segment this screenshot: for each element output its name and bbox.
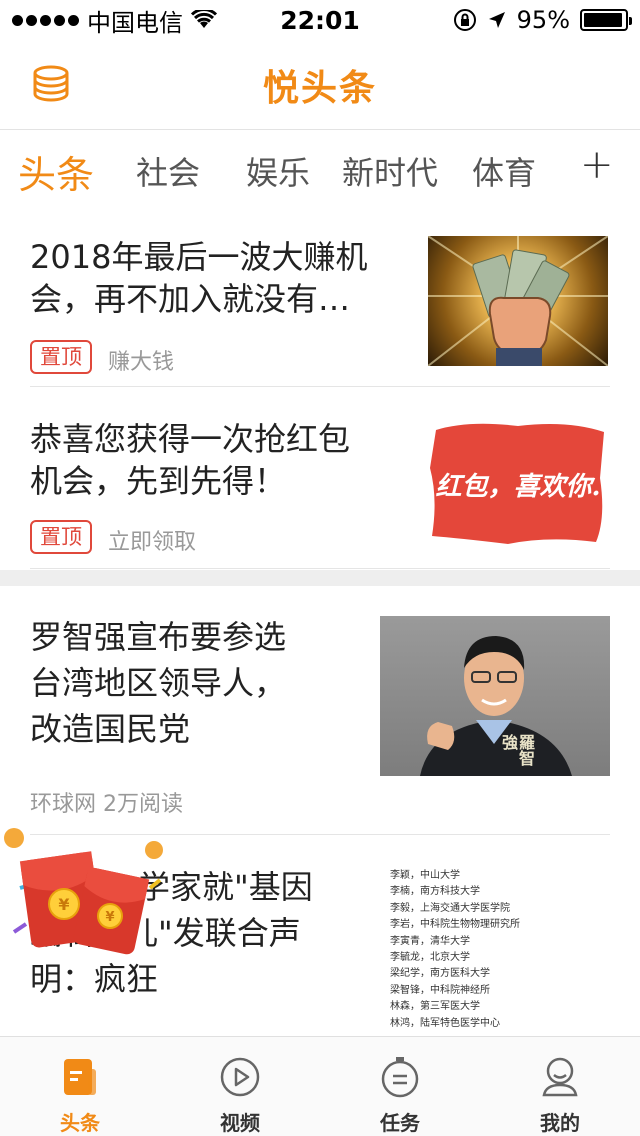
svg-text:¥: ¥	[58, 895, 69, 914]
floating-red-packet-icon[interactable]: ¥ ¥	[0, 828, 180, 968]
jacket-embroidery-text: 羅智強	[499, 734, 535, 766]
app-title: 悦头条	[262, 67, 377, 109]
play-circle-icon	[220, 1057, 260, 1097]
article-source: 环球网 2万阅读	[30, 792, 183, 817]
article-title-line: 改造国民党	[30, 710, 191, 748]
tabbar-item-task[interactable]: 任务	[320, 1037, 480, 1136]
tab-society[interactable]: 社会	[136, 148, 200, 194]
scientist-list-line: 梁纪学，南方医科大学	[390, 968, 490, 980]
category-tabs: 头条 社会 娱乐 新时代 体育 +	[0, 132, 640, 208]
tabbar-item-headline[interactable]: 头条	[0, 1037, 160, 1136]
money-fist-thumbnail	[428, 236, 608, 366]
profile-icon	[542, 1057, 578, 1097]
tabbar-label: 任务	[380, 1111, 420, 1135]
scientist-list-line: 李岩，中科院生物物理研究所	[390, 919, 520, 931]
scientist-list-line: 李楠，南方科技大学	[390, 886, 480, 898]
article-title: 2018年最后一波大赚机 会，再不加入就没有…	[30, 236, 367, 320]
article-title-line: 罗智强宣布要参选	[30, 618, 287, 656]
add-channel-button[interactable]: +	[580, 142, 614, 188]
portrait-image	[420, 636, 572, 776]
tab-sports[interactable]: 体育	[472, 148, 536, 194]
politician-photo-thumbnail: 羅智強	[380, 616, 610, 776]
tabbar-item-video[interactable]: 视频	[160, 1037, 320, 1136]
app-header: 悦头条	[0, 40, 640, 130]
carrier-label: 中国电信	[87, 8, 183, 37]
bottom-tab-bar: 头条 视频 任务 我的	[0, 1036, 640, 1136]
wifi-icon	[191, 10, 217, 28]
location-arrow-icon	[488, 12, 505, 28]
signal-strength-icon	[12, 14, 79, 26]
tab-headline[interactable]: 头条	[18, 144, 94, 199]
tabbar-item-profile[interactable]: 我的	[480, 1037, 640, 1136]
svg-text:¥: ¥	[105, 910, 114, 925]
red-envelope-image-text: 红包，喜欢你.	[435, 472, 601, 502]
scientist-list-line: 梁智锋，中科院神经所	[390, 984, 490, 996]
battery-icon	[580, 9, 632, 31]
headline-icon	[64, 1059, 96, 1095]
scientist-list-line: 林鸿，陆军特色医学中心	[390, 1017, 500, 1029]
status-right: 95%	[388, 6, 632, 34]
status-left: 中国电信	[12, 3, 252, 38]
battery-percent: 95%	[516, 6, 570, 34]
scientist-list-line: 李寅青，清华大学	[390, 935, 470, 947]
money-fist-image	[428, 236, 608, 366]
status-time: 22:01	[280, 5, 360, 35]
divider	[30, 386, 610, 387]
article-title-line: 会，再不加入就没有…	[30, 280, 351, 318]
red-envelope-thumbnail: 红包，喜欢你.	[428, 418, 608, 548]
status-bar: 中国电信 22:01 95%	[0, 0, 640, 40]
tabbar-label: 我的	[540, 1111, 580, 1135]
task-timer-icon	[381, 1057, 419, 1098]
article-title-line: 机会，先到先得！	[30, 462, 287, 500]
scientist-list-line: 李毅，上海交通大学医学院	[390, 902, 510, 914]
article-source: 立即领取	[108, 530, 197, 555]
tab-new-era[interactable]: 新时代	[342, 148, 438, 194]
rotation-lock-icon	[453, 9, 476, 31]
scientist-list-thumbnail: 李颖，中山大学 李楠，南方科技大学 李毅，上海交通大学医学院 李岩，中科院生物物…	[380, 862, 610, 1034]
tab-entertainment[interactable]: 娱乐	[246, 148, 310, 194]
scientist-list-line: 李颖，中山大学	[390, 870, 460, 881]
divider	[30, 568, 610, 569]
section-separator	[0, 570, 640, 586]
article-title-line: 恭喜您获得一次抢红包	[30, 420, 351, 458]
scientist-list-line: 林森，第三军医大学	[390, 1001, 480, 1013]
pinned-badge: 置顶	[30, 340, 92, 374]
article-title: 罗智强宣布要参选 台湾地区领导人， 改造国民党	[30, 614, 286, 752]
tabbar-label: 视频	[220, 1111, 260, 1135]
coins-icon[interactable]	[30, 64, 72, 104]
scientist-list-line: 李毓龙，北京大学	[390, 952, 470, 964]
article-source: 赚大钱	[108, 350, 175, 375]
article-title-line: 2018年最后一波大赚机	[30, 238, 368, 276]
tabbar-label: 头条	[60, 1111, 100, 1135]
article-title: 恭喜您获得一次抢红包 机会，先到先得！	[30, 418, 350, 502]
article-title-line: 台湾地区领导人，	[30, 664, 287, 702]
pinned-badge: 置顶	[30, 520, 92, 554]
